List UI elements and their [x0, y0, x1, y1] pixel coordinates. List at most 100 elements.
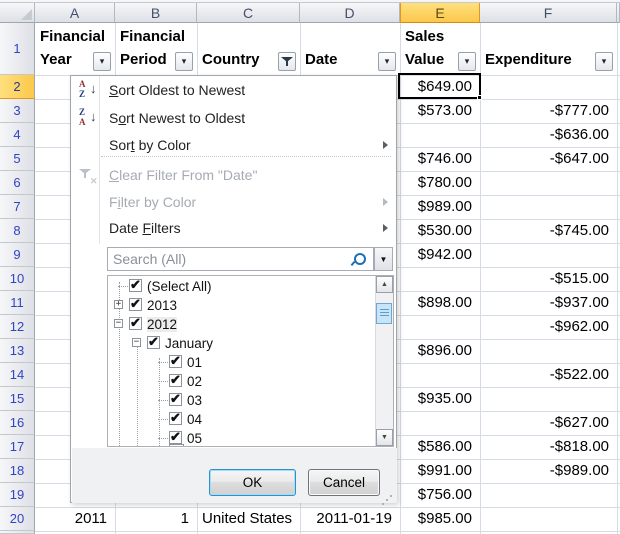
row-header-1[interactable]: 1: [0, 23, 35, 75]
row-header-8[interactable]: 8: [0, 219, 35, 243]
tree-item-01[interactable]: ✔01: [108, 353, 376, 372]
cell-E18[interactable]: $991.00: [400, 459, 479, 482]
cell-F14[interactable]: -$522.00: [480, 363, 616, 386]
row-header-17[interactable]: 17: [0, 435, 35, 459]
cell-F8[interactable]: -$745.00: [480, 219, 616, 242]
cell-E17[interactable]: $586.00: [400, 435, 479, 458]
cell-E3[interactable]: $573.00: [400, 99, 479, 122]
cell-E5[interactable]: $746.00: [400, 147, 479, 170]
menu-item-date-filters[interactable]: Date Filters: [72, 215, 395, 241]
cell-F4[interactable]: -$636.00: [480, 123, 616, 146]
tree-checkbox[interactable]: ✔: [169, 412, 182, 425]
row-header-6[interactable]: 6: [0, 171, 35, 195]
tree-item-02[interactable]: ✔02: [108, 372, 376, 391]
column-header-C[interactable]: C: [197, 3, 300, 23]
tree-scrollbar[interactable]: ▲ ▼: [375, 276, 393, 446]
tree-item-03[interactable]: ✔03: [108, 391, 376, 410]
row-header-15[interactable]: 15: [0, 387, 35, 411]
cell-D20[interactable]: 2011-01-19: [300, 507, 399, 530]
cell-F3[interactable]: -$777.00: [480, 99, 616, 122]
menu-item-sort-oldest-to-newest[interactable]: Sort Oldest to NewestAZ↓: [72, 77, 395, 103]
tree-checkbox[interactable]: ✔: [129, 279, 142, 292]
scroll-up-button[interactable]: ▲: [376, 276, 393, 293]
tree-checkbox[interactable]: ✔: [147, 336, 160, 349]
menu-item-sort-newest-to-oldest[interactable]: Sort Newest to OldestZA↓: [72, 105, 395, 131]
check-icon: ✔: [148, 334, 159, 350]
tree-item-2012[interactable]: −✔2012: [108, 315, 376, 334]
fill-handle[interactable]: [477, 95, 482, 100]
row-header-7[interactable]: 7: [0, 195, 35, 219]
tree-item-january[interactable]: −✔January: [108, 334, 376, 353]
tree-expander-plus[interactable]: +: [114, 300, 123, 309]
cell-E6[interactable]: $780.00: [400, 171, 479, 194]
ok-button[interactable]: OK: [209, 469, 296, 496]
filter-button-E[interactable]: ▾: [458, 52, 476, 71]
row-header-4[interactable]: 4: [0, 123, 35, 147]
cell-F5[interactable]: -$647.00: [480, 147, 616, 170]
cell-E19[interactable]: $756.00: [400, 483, 479, 506]
row-header-3[interactable]: 3: [0, 99, 35, 123]
menu-item-sort-by-color[interactable]: Sort by Color: [72, 132, 395, 158]
search-input[interactable]: [108, 248, 353, 270]
cell-E15[interactable]: $935.00: [400, 387, 479, 410]
cell-F16[interactable]: -$627.00: [480, 411, 616, 434]
column-header-F[interactable]: F: [480, 3, 617, 23]
cell-E8[interactable]: $530.00: [400, 219, 479, 242]
row-header-14[interactable]: 14: [0, 363, 35, 387]
tree-item-04[interactable]: ✔04: [108, 410, 376, 429]
cell-F10[interactable]: -$515.00: [480, 267, 616, 290]
tree-checkbox[interactable]: ✔: [129, 298, 142, 311]
cell-E13[interactable]: $896.00: [400, 339, 479, 362]
row-header-10[interactable]: 10: [0, 267, 35, 291]
filter-button-F[interactable]: ▾: [595, 52, 613, 71]
column-header-A[interactable]: A: [35, 3, 115, 23]
tree-guide: [158, 362, 168, 363]
cell-E11[interactable]: $898.00: [400, 291, 479, 314]
select-all-corner[interactable]: [0, 3, 35, 23]
active-cell-border[interactable]: [398, 73, 481, 99]
cell-A20[interactable]: 2011: [35, 507, 114, 530]
tree-item-selectall[interactable]: ✔(Select All): [108, 277, 376, 296]
tree-expander-minus[interactable]: −: [132, 338, 141, 347]
tree-item-2013[interactable]: +✔2013: [108, 296, 376, 315]
column-header-D[interactable]: D: [300, 3, 400, 23]
row-header-20[interactable]: 20: [0, 507, 35, 531]
cell-F18[interactable]: -$989.00: [480, 459, 616, 482]
resize-grip[interactable]: [390, 495, 392, 497]
column-header-B[interactable]: B: [115, 3, 197, 23]
cell-E20[interactable]: $985.00: [400, 507, 479, 530]
tree-expander-minus[interactable]: −: [114, 319, 123, 328]
row-header-5[interactable]: 5: [0, 147, 35, 171]
row-header-18[interactable]: 18: [0, 459, 35, 483]
filter-button-A[interactable]: ▾: [93, 52, 111, 71]
row-header-16[interactable]: 16: [0, 411, 35, 435]
row-header-9[interactable]: 9: [0, 243, 35, 267]
cell-E9[interactable]: $942.00: [400, 243, 479, 266]
cell-B20[interactable]: 1: [115, 507, 196, 530]
row-header-11[interactable]: 11: [0, 291, 35, 315]
scroll-thumb[interactable]: [376, 303, 392, 324]
tree-item-05[interactable]: ✔05: [108, 429, 376, 447]
row-header-2[interactable]: 2: [0, 75, 35, 99]
tree-checkbox[interactable]: ✔: [169, 355, 182, 368]
search-scope-dropdown[interactable]: ▼: [374, 247, 393, 271]
tree-checkbox[interactable]: ✔: [169, 431, 182, 444]
tree-checkbox[interactable]: ✔: [129, 317, 142, 330]
filter-button-D[interactable]: ▾: [378, 52, 396, 71]
tree-checkbox[interactable]: ✔: [169, 393, 182, 406]
column-header-E[interactable]: E: [400, 3, 480, 23]
row-header-19[interactable]: 19: [0, 483, 35, 507]
filter-button-B[interactable]: ▾: [175, 52, 193, 71]
cancel-button[interactable]: Cancel: [308, 469, 380, 496]
row-header-13[interactable]: 13: [0, 339, 35, 363]
cell-E7[interactable]: $989.00: [400, 195, 479, 218]
search-box[interactable]: [107, 247, 374, 271]
cell-C20[interactable]: United States: [197, 507, 299, 530]
filter-button-C[interactable]: [278, 52, 296, 71]
tree-checkbox[interactable]: ✔: [169, 374, 182, 387]
row-header-12[interactable]: 12: [0, 315, 35, 339]
cell-F17[interactable]: -$818.00: [480, 435, 616, 458]
cell-F12[interactable]: -$962.00: [480, 315, 616, 338]
cell-F11[interactable]: -$937.00: [480, 291, 616, 314]
scroll-down-button[interactable]: ▼: [376, 429, 393, 446]
